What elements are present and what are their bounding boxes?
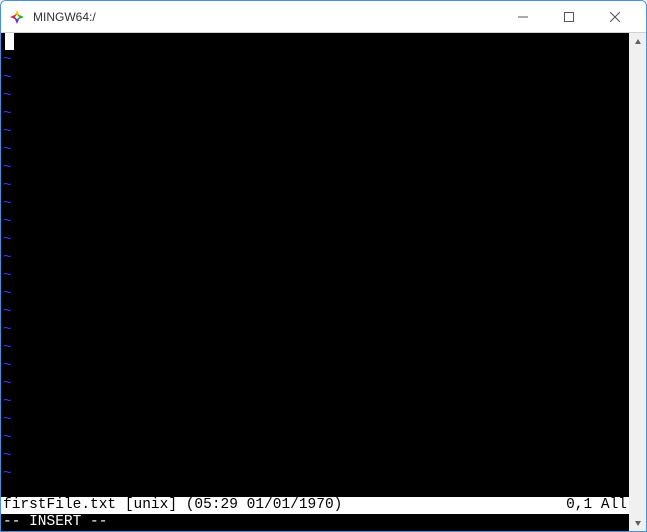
editor-buffer[interactable]: ~ ~ ~ ~ ~ ~ ~ ~ ~ ~ ~ ~ ~ ~ ~ ~ ~ ~ ~ ~ … <box>1 33 629 497</box>
titlebar[interactable]: MINGW64:/ <box>1 1 646 33</box>
status-position: 0,1 All <box>566 497 627 514</box>
status-line: firstFile.txt [unix] (05:29 01/01/1970) … <box>1 497 629 514</box>
window-controls <box>500 2 638 32</box>
empty-lines: ~ ~ ~ ~ ~ ~ ~ ~ ~ ~ ~ ~ ~ ~ ~ ~ ~ ~ ~ ~ … <box>3 51 627 483</box>
text-cursor <box>5 33 14 50</box>
mingw-icon <box>9 9 25 25</box>
minimize-button[interactable] <box>500 2 546 32</box>
terminal-window: MINGW64:/ ~ ~ ~ ~ ~ ~ ~ ~ ~ ~ ~ ~ ~ ~ ~ … <box>0 0 647 532</box>
window-title: MINGW64:/ <box>33 10 500 24</box>
scrollbar[interactable] <box>629 33 646 531</box>
cursor-row <box>3 33 627 51</box>
mode-line: -- INSERT -- <box>1 514 629 531</box>
scroll-up-arrow[interactable] <box>629 33 646 50</box>
close-button[interactable] <box>592 2 638 32</box>
terminal[interactable]: ~ ~ ~ ~ ~ ~ ~ ~ ~ ~ ~ ~ ~ ~ ~ ~ ~ ~ ~ ~ … <box>1 33 629 531</box>
scroll-down-arrow[interactable] <box>629 514 646 531</box>
maximize-button[interactable] <box>546 2 592 32</box>
status-file-info: firstFile.txt [unix] (05:29 01/01/1970) <box>3 497 566 514</box>
client-area: ~ ~ ~ ~ ~ ~ ~ ~ ~ ~ ~ ~ ~ ~ ~ ~ ~ ~ ~ ~ … <box>1 33 646 531</box>
